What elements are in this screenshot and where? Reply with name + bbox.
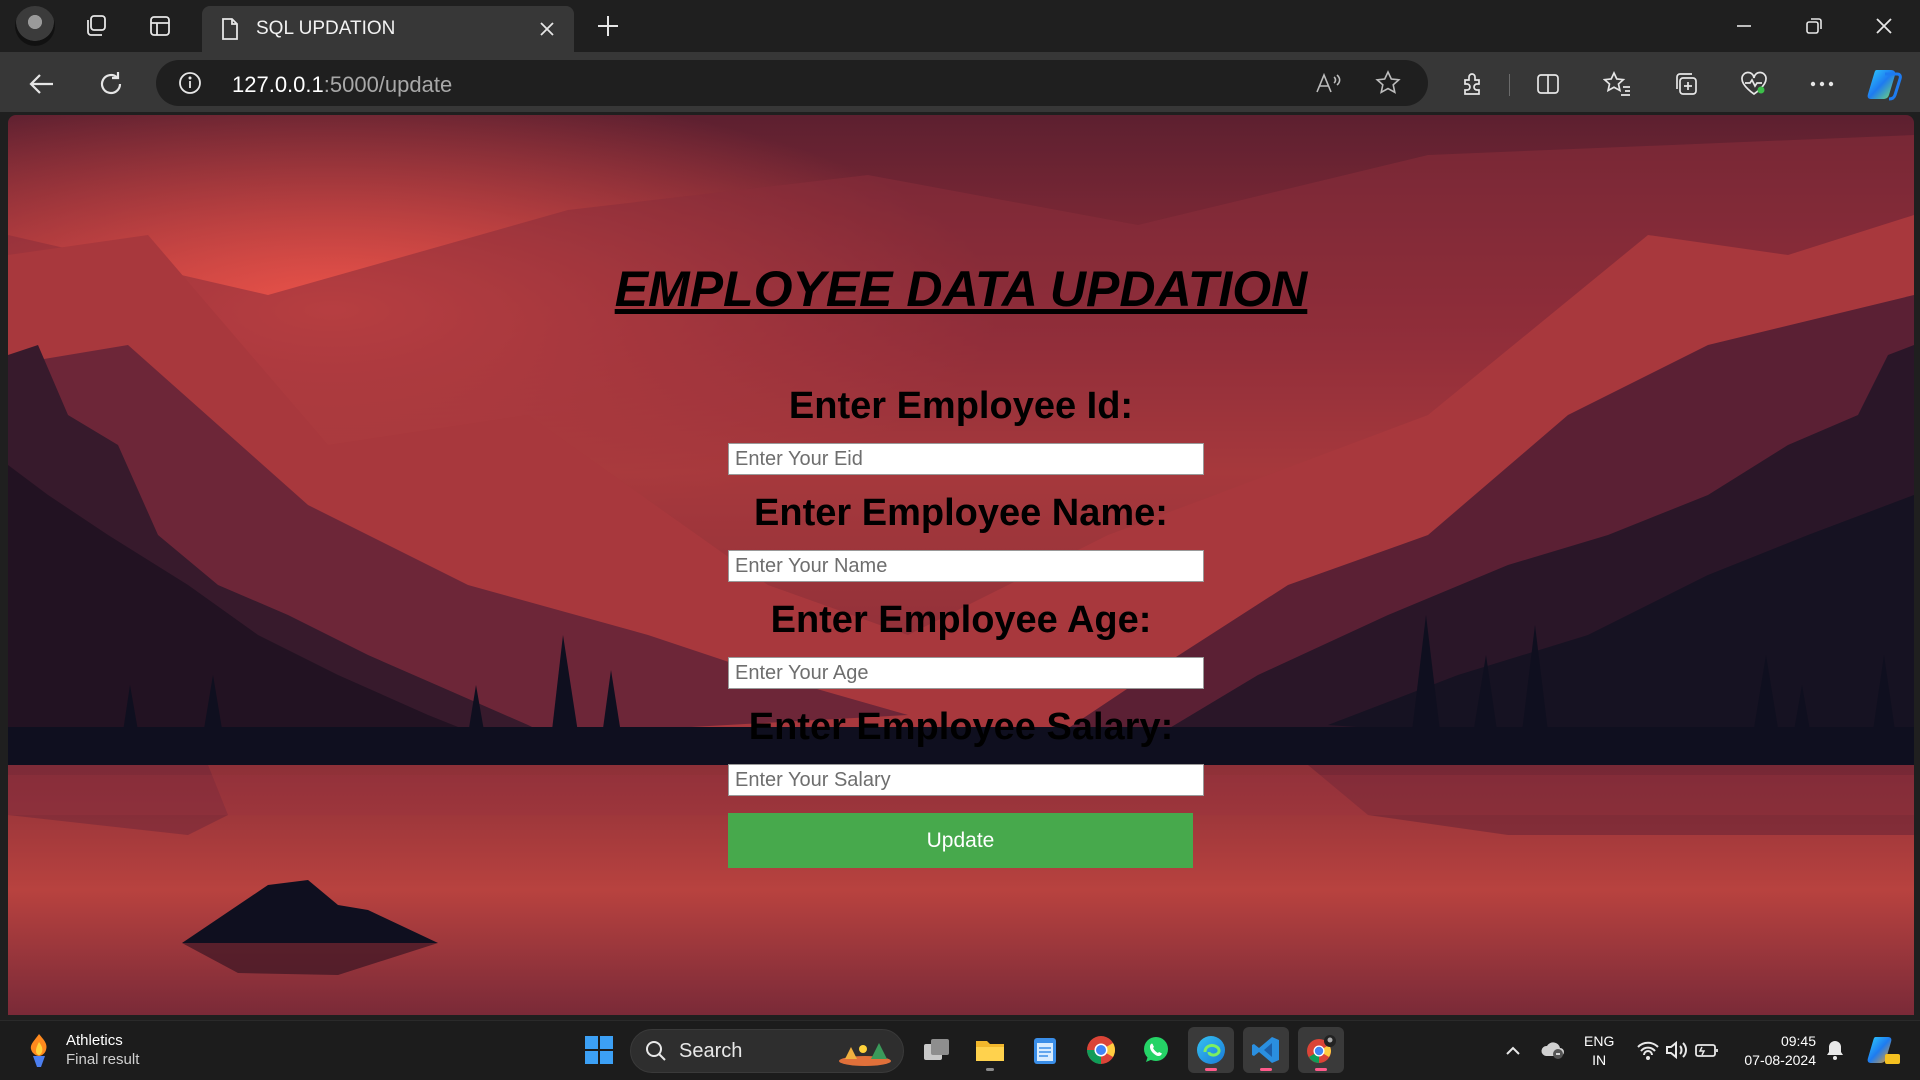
chrome-profile-icon[interactable] [1298, 1027, 1344, 1073]
extensions-icon[interactable] [1453, 64, 1493, 104]
torch-icon [30, 1034, 47, 1067]
close-window-icon[interactable] [1856, 8, 1912, 44]
url-text[interactable]: 127.0.0.1:5000/update [232, 72, 452, 98]
language-indicator[interactable]: ENG IN [1584, 1032, 1614, 1070]
wifi-icon[interactable] [1635, 1037, 1661, 1063]
taskbar-search-box[interactable]: Search [630, 1029, 904, 1073]
url-path: :5000/update [323, 72, 453, 97]
search-highlight-icon [839, 1043, 891, 1066]
copilot-icon[interactable] [1866, 64, 1906, 104]
restore-icon[interactable] [1786, 8, 1842, 44]
page-viewport: EMPLOYEE DATA UPDATION Enter Employee Id… [8, 115, 1914, 1015]
active-tab[interactable]: SQL UPDATION [202, 6, 574, 52]
employee-salary-label: Enter Employee Salary: [748, 706, 1174, 748]
chrome-icon[interactable] [1078, 1027, 1124, 1073]
widget-subtitle: Final result [66, 1051, 140, 1068]
widget-title: Athletics [66, 1032, 123, 1049]
info-icon[interactable] [178, 71, 202, 95]
back-icon[interactable] [22, 64, 62, 104]
browser-essentials-icon[interactable] [1734, 64, 1774, 104]
favorites-icon[interactable] [1597, 64, 1637, 104]
onedrive-icon[interactable] [1540, 1037, 1566, 1063]
employee-salary-input[interactable] [728, 764, 1204, 796]
copilot-taskbar-icon[interactable] [1866, 1033, 1902, 1067]
bell-icon[interactable] [1822, 1037, 1848, 1063]
workspaces-icon[interactable] [78, 8, 114, 44]
browser-toolbar: 127.0.0.1:5000/update [0, 52, 1920, 112]
collections-icon[interactable] [1666, 64, 1706, 104]
windows-start-icon[interactable] [576, 1027, 622, 1073]
close-icon[interactable] [534, 16, 560, 42]
running-indicator [1205, 1068, 1217, 1071]
clock-date: 07-08-2024 [1744, 1052, 1816, 1068]
system-clock[interactable]: 09:45 07-08-2024 [1736, 1032, 1816, 1070]
task-view-icon[interactable] [914, 1027, 960, 1073]
whatsapp-icon[interactable] [1133, 1027, 1179, 1073]
page-icon [222, 18, 238, 40]
chevron-up-icon[interactable] [1500, 1037, 1526, 1063]
minimize-icon[interactable] [1716, 8, 1772, 44]
search-icon [646, 1041, 666, 1061]
star-icon[interactable] [1374, 69, 1402, 97]
profile-avatar[interactable] [15, 6, 55, 46]
employee-id-input[interactable] [728, 443, 1204, 475]
more-icon[interactable] [1802, 64, 1842, 104]
read-aloud-icon[interactable] [1314, 69, 1342, 97]
toolbar-divider [1509, 74, 1510, 96]
url-host: 127.0.0.1 [232, 72, 324, 97]
employee-age-label: Enter Employee Age: [770, 599, 1152, 641]
running-indicator [986, 1068, 994, 1071]
plus-icon[interactable] [590, 8, 626, 44]
edge-icon[interactable] [1188, 1027, 1234, 1073]
battery-icon[interactable] [1694, 1037, 1720, 1063]
language-code: ENG [1584, 1033, 1615, 1049]
weather-widget[interactable]: Athletics Final result [24, 1031, 139, 1069]
tab-actions-icon[interactable] [142, 8, 178, 44]
refresh-icon[interactable] [91, 64, 131, 104]
employee-age-input[interactable] [728, 657, 1204, 689]
windows-taskbar: Athletics Final result Search ENG IN 09:… [0, 1020, 1920, 1080]
running-indicator [1260, 1068, 1272, 1071]
address-bar[interactable]: 127.0.0.1:5000/update [156, 60, 1428, 106]
running-indicator [1315, 1068, 1327, 1071]
region-code: IN [1592, 1052, 1607, 1068]
search-label: Search [679, 1039, 743, 1062]
employee-name-input[interactable] [728, 550, 1204, 582]
update-button[interactable]: Update [728, 813, 1193, 868]
browser-title-bar: SQL UPDATION [0, 0, 1920, 52]
page-title: EMPLOYEE DATA UPDATION [614, 261, 1308, 317]
split-screen-icon[interactable] [1528, 64, 1568, 104]
file-explorer-icon[interactable] [967, 1027, 1013, 1073]
clock-time: 09:45 [1780, 1033, 1816, 1049]
employee-name-label: Enter Employee Name: [754, 492, 1168, 534]
notepad-icon[interactable] [1022, 1027, 1068, 1073]
vscode-icon[interactable] [1243, 1027, 1289, 1073]
volume-icon[interactable] [1664, 1037, 1690, 1063]
tab-title: SQL UPDATION [256, 18, 396, 39]
employee-id-label: Enter Employee Id: [788, 385, 1134, 427]
